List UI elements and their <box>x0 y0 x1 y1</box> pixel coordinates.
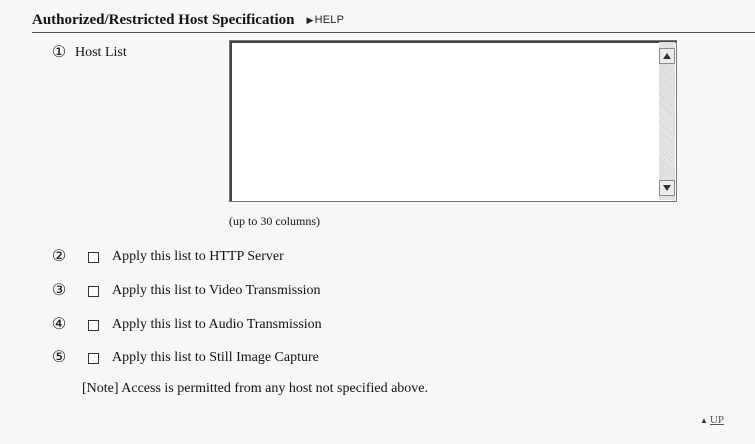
item-number-1: ① <box>51 44 67 61</box>
host-list-scrollbar[interactable] <box>659 42 675 200</box>
section-header: Authorized/Restricted Host Specification… <box>32 8 755 33</box>
up-label: UP <box>709 414 724 426</box>
video-transmission-label: Apply this list to Video Transmission <box>112 283 321 298</box>
item-number-5: ⑤ <box>51 349 67 366</box>
host-list-textarea-frame <box>229 40 677 203</box>
item-number-2: ② <box>51 248 67 265</box>
play-arrow-icon: ▶ <box>306 15 314 25</box>
up-link[interactable]: ▲ UP <box>700 414 724 426</box>
still-image-capture-label: Apply this list to Still Image Capture <box>112 350 319 365</box>
triangle-up-icon: ▲ <box>700 415 708 425</box>
host-list-hint: (up to 30 columns) <box>229 214 320 228</box>
still-image-capture-checkbox[interactable] <box>88 353 99 364</box>
help-label: HELP <box>314 14 345 26</box>
video-transmission-checkbox[interactable] <box>88 286 99 297</box>
scroll-down-button[interactable] <box>659 180 675 196</box>
http-server-label: Apply this list to HTTP Server <box>112 249 284 264</box>
item-number-3: ③ <box>51 282 67 299</box>
access-note: [Note] Access is permitted from any host… <box>82 381 429 396</box>
scroll-up-button[interactable] <box>659 48 675 64</box>
audio-transmission-checkbox[interactable] <box>88 320 99 331</box>
arrow-down-icon <box>663 185 671 191</box>
section-title: Authorized/Restricted Host Specification <box>32 11 295 28</box>
arrow-up-icon <box>663 53 671 59</box>
audio-transmission-label: Apply this list to Audio Transmission <box>112 317 322 332</box>
host-list-textarea[interactable] <box>232 43 662 203</box>
help-link[interactable]: ▶HELP <box>306 14 344 26</box>
http-server-checkbox[interactable] <box>88 252 99 263</box>
host-list-label: Host List <box>75 45 127 60</box>
item-number-4: ④ <box>51 316 67 333</box>
